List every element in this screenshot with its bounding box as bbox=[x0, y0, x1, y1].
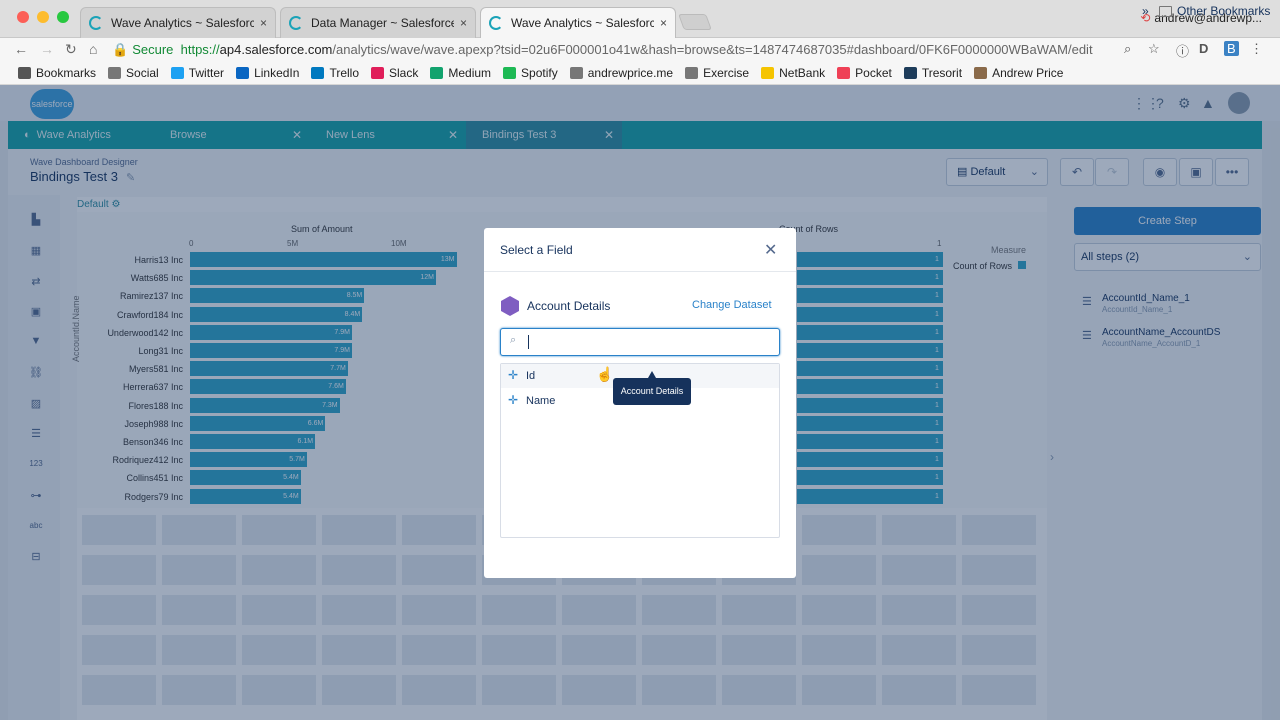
bookmark-item[interactable]: Trello bbox=[311, 66, 359, 80]
hand-cursor-icon: ☝ bbox=[596, 366, 614, 382]
folder-icon bbox=[685, 67, 699, 79]
twitter-icon bbox=[170, 67, 184, 79]
other-bookmarks[interactable]: Other Bookmarks bbox=[1159, 4, 1270, 18]
browser-tab-3[interactable]: Wave Analytics ~ Salesforce - × bbox=[480, 7, 676, 38]
folder-icon bbox=[108, 67, 122, 79]
wave-favicon-icon bbox=[289, 16, 303, 30]
change-dataset-link[interactable]: Change Dataset bbox=[692, 299, 772, 311]
star-icon bbox=[18, 67, 31, 79]
url-scheme: https:// bbox=[180, 42, 220, 57]
medium-icon bbox=[430, 67, 444, 79]
folder-icon bbox=[1159, 5, 1172, 17]
d-extension-icon[interactable]: D bbox=[1199, 41, 1208, 56]
slack-icon bbox=[371, 67, 384, 79]
spotify-icon bbox=[503, 67, 517, 79]
bookmark-star-icon[interactable]: ☆ bbox=[1148, 41, 1160, 57]
modal-title: Select a Field bbox=[500, 243, 573, 257]
bookmark-label: Tresorit bbox=[921, 66, 963, 80]
tab-close-icon[interactable]: × bbox=[260, 16, 267, 30]
pocket-icon bbox=[837, 67, 851, 79]
bookmark-item[interactable]: Slack bbox=[371, 66, 418, 80]
close-icon[interactable]: ✕ bbox=[764, 240, 777, 260]
bookmark-item[interactable]: Twitter bbox=[170, 66, 225, 80]
field-search-box[interactable]: ⌕ bbox=[500, 328, 780, 356]
bookmark-item[interactable]: Pocket bbox=[837, 66, 892, 80]
wave-favicon-icon bbox=[89, 16, 103, 30]
bookmark-item[interactable]: LinkedIn bbox=[236, 66, 299, 80]
field-label: Id bbox=[526, 370, 536, 382]
bookmark-item[interactable]: Spotify bbox=[503, 66, 558, 80]
bookmark-item[interactable]: Tresorit bbox=[903, 66, 963, 80]
bookmark-label: LinkedIn bbox=[254, 66, 300, 80]
bookmark-label: Twitter bbox=[188, 66, 225, 80]
bookmark-label: Medium bbox=[448, 66, 492, 80]
bookmark-label: Slack bbox=[389, 66, 419, 80]
trello-icon bbox=[311, 67, 325, 79]
secure-label: Secure bbox=[132, 42, 174, 57]
bookmark-label: Trello bbox=[329, 66, 359, 80]
netbank-icon bbox=[761, 67, 775, 79]
browser-tab-strip: Wave Analytics ~ Salesforce - × Data Man… bbox=[0, 0, 1280, 38]
forward-arrow-icon[interactable]: → bbox=[40, 41, 54, 57]
bookmark-label: Bookmarks bbox=[36, 66, 97, 80]
back-arrow-icon[interactable]: ← bbox=[14, 41, 28, 57]
field-label: Name bbox=[526, 395, 556, 407]
bookmark-label: andrewprice.me bbox=[587, 66, 674, 80]
bookmark-item[interactable]: Medium bbox=[430, 66, 491, 80]
search-icon: ⌕ bbox=[510, 334, 517, 346]
bookmark-label: Social bbox=[126, 66, 159, 80]
person-icon bbox=[974, 67, 988, 79]
dataset-name: Account Details bbox=[527, 299, 611, 313]
browser-tab-2[interactable]: Data Manager ~ Salesforce - D × bbox=[280, 7, 476, 38]
linkedin-icon bbox=[236, 67, 250, 79]
address-bar-row: ← → ↻ ⌂ 🔒 Secure https://ap4.salesforce.c… bbox=[0, 38, 1280, 62]
browser-tab-1[interactable]: Wave Analytics ~ Salesforce - × bbox=[80, 7, 276, 38]
bookmark-label: Andrew Price bbox=[992, 66, 1064, 80]
tab-close-icon[interactable]: × bbox=[460, 16, 467, 30]
other-bookmarks-label: Other Bookmarks bbox=[1177, 4, 1271, 18]
close-window-button[interactable] bbox=[17, 11, 29, 23]
bookmark-item[interactable]: Exercise bbox=[685, 66, 749, 80]
modal-header: Select a Field ✕ bbox=[484, 228, 796, 272]
bookmark-label: Spotify bbox=[521, 66, 558, 80]
bookmark-item[interactable]: NetBank bbox=[761, 66, 825, 80]
reload-icon[interactable]: ↻ bbox=[65, 41, 77, 58]
b-extension-icon[interactable]: B bbox=[1224, 41, 1239, 56]
bookmarks-overflow-chevron[interactable]: » bbox=[1142, 4, 1149, 18]
bookmark-label: NetBank bbox=[779, 66, 826, 80]
url-field[interactable]: 🔒 Secure https://ap4.salesforce.com/analy… bbox=[112, 40, 1142, 60]
tab-close-icon[interactable]: × bbox=[660, 16, 667, 30]
dataset-tooltip: Account Details bbox=[613, 378, 691, 405]
dataset-hexagon-icon bbox=[501, 296, 519, 316]
folder-icon bbox=[569, 67, 583, 79]
bookmark-item[interactable]: andrewprice.me bbox=[569, 66, 674, 80]
new-tab-button[interactable] bbox=[678, 14, 712, 30]
browser-tab-label: Wave Analytics ~ Salesforce - bbox=[111, 16, 254, 30]
bookmark-label: Exercise bbox=[703, 66, 750, 80]
browser-tab-label: Wave Analytics ~ Salesforce - bbox=[511, 16, 654, 30]
browser-tab-label: Data Manager ~ Salesforce - D bbox=[311, 16, 454, 30]
dimension-cross-icon: ✛ bbox=[508, 368, 519, 382]
info-extension-icon[interactable]: ⓘ bbox=[1176, 41, 1189, 60]
home-icon[interactable]: ⌂ bbox=[89, 41, 97, 57]
text-caret bbox=[528, 335, 529, 349]
bookmark-label: Pocket bbox=[855, 66, 892, 80]
tooltip-arrow bbox=[648, 371, 656, 378]
maximize-window-button[interactable] bbox=[57, 11, 69, 23]
wave-favicon-icon bbox=[489, 16, 503, 30]
minimize-window-button[interactable] bbox=[37, 11, 49, 23]
zoom-search-icon[interactable]: ⌕ bbox=[1124, 41, 1131, 57]
search-input[interactable] bbox=[527, 333, 767, 351]
bookmark-item[interactable]: Social bbox=[108, 66, 159, 80]
url-host: ap4.salesforce.com bbox=[219, 42, 333, 57]
bookmarks-bar: Bookmarks Social Twitter LinkedIn Trello Slac… bbox=[0, 62, 1280, 85]
lock-icon: 🔒 bbox=[112, 42, 129, 57]
tresorit-icon bbox=[903, 67, 917, 79]
bookmark-item[interactable]: Andrew Price bbox=[974, 66, 1063, 80]
menu-kebab-icon[interactable]: ⋮ bbox=[1250, 41, 1263, 57]
dimension-cross-icon: ✛ bbox=[508, 393, 519, 407]
url-path: /analytics/wave/wave.apexp?tsid=02u6F000… bbox=[332, 42, 1093, 57]
bookmark-item[interactable]: Bookmarks bbox=[18, 66, 96, 80]
